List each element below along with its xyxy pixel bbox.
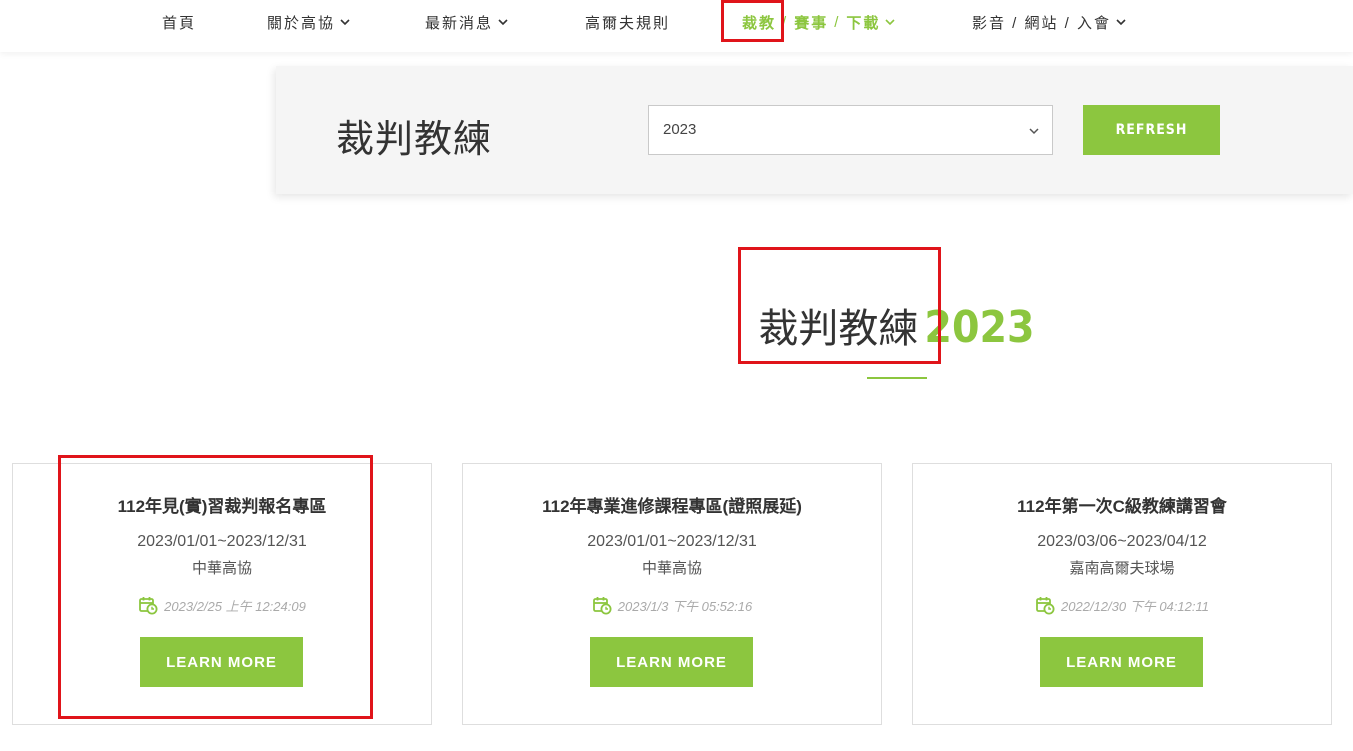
- learn-more-button[interactable]: LEARN MORE: [140, 637, 303, 687]
- year-select[interactable]: 2023: [648, 105, 1053, 155]
- nav-item-media-sites-join[interactable]: 影音 / 網站 / 入會: [972, 12, 1127, 32]
- nav-item-label: 高爾夫規則: [585, 14, 671, 32]
- chevron-down-icon: [339, 16, 351, 28]
- top-navigation: 首頁 關於高協 最新消息 高爾夫規則 裁教 / 賽事 / 下載 影音 / 網站 …: [0, 0, 1353, 52]
- learn-more-button[interactable]: LEARN MORE: [1040, 637, 1203, 687]
- card-dates: 2023/03/06~2023/04/12: [1037, 533, 1207, 550]
- nav-item-label-events: 賽事: [794, 14, 829, 32]
- chevron-down-icon: [1115, 16, 1127, 28]
- refresh-button[interactable]: REFRESH: [1083, 105, 1220, 155]
- card-posted-time: 2023/2/25 上午 12:24:09: [164, 598, 306, 614]
- learn-more-button[interactable]: LEARN MORE: [590, 637, 753, 687]
- nav-item-label: 最新消息: [425, 14, 494, 32]
- course-card: 112年見(實)習裁判報名專區 2023/01/01~2023/12/31 中華…: [12, 463, 432, 725]
- card-posted: 2023/1/3 下午 05:52:16: [463, 595, 881, 615]
- chevron-down-icon: [497, 16, 509, 28]
- card-title: 112年第一次C級教練講習會: [1017, 497, 1227, 516]
- card-title: 112年見(實)習裁判報名專區: [117, 497, 327, 516]
- nav-item-news[interactable]: 最新消息: [425, 12, 509, 32]
- nav-item-rules[interactable]: 高爾夫規則: [585, 12, 670, 32]
- card-posted-time: 2023/1/3 下午 05:52:16: [617, 598, 753, 614]
- nav-item-label-coaching: 裁教: [742, 14, 777, 32]
- heading-year: 2023: [924, 302, 1035, 353]
- nav-item-label: 影音 / 網站 / 入會: [972, 14, 1112, 32]
- card-dates: 2023/01/01~2023/12/31: [137, 533, 307, 550]
- chevron-down-icon: [884, 16, 896, 28]
- nav-item-separator: /: [834, 13, 841, 31]
- year-select-value: 2023: [663, 121, 697, 138]
- filter-title: 裁判教練: [336, 117, 493, 161]
- heading-title: 裁判教練: [758, 306, 919, 352]
- nav-item-home[interactable]: 首頁: [162, 12, 196, 32]
- filter-panel: 裁判教練 2023 REFRESH: [276, 66, 1353, 194]
- calendar-clock-icon: [592, 595, 612, 615]
- card-organizer: 嘉南高爾夫球場: [1069, 560, 1175, 577]
- nav-item-label: 首頁: [162, 14, 197, 32]
- course-card: 112年第一次C級教練講習會 2023/03/06~2023/04/12 嘉南高…: [912, 463, 1332, 725]
- course-card: 112年專業進修課程專區(證照展延) 2023/01/01~2023/12/31…: [462, 463, 882, 725]
- card-dates: 2023/01/01~2023/12/31: [587, 533, 757, 550]
- section-heading: 裁判教練 2023: [0, 296, 1353, 354]
- nav-item-label: 關於高協: [267, 14, 336, 32]
- calendar-clock-icon: [138, 595, 158, 615]
- card-posted: 2022/12/30 下午 04:12:11: [913, 595, 1331, 615]
- card-posted-time: 2022/12/30 下午 04:12:11: [1061, 598, 1209, 614]
- heading-underline: [867, 377, 927, 379]
- nav-item-about[interactable]: 關於高協: [267, 12, 351, 32]
- card-posted: 2023/2/25 上午 12:24:09: [13, 595, 431, 615]
- chevron-down-icon: [1028, 124, 1040, 136]
- card-organizer: 中華高協: [641, 560, 702, 577]
- nav-item-label-downloads: 下載: [846, 14, 881, 32]
- nav-item-separator: /: [782, 13, 789, 31]
- card-title: 112年專業進修課程專區(證照展延): [542, 497, 802, 516]
- nav-item-coaching-events-downloads[interactable]: 裁教 / 賽事 / 下載: [742, 12, 896, 32]
- card-organizer: 中華高協: [191, 560, 252, 577]
- calendar-clock-icon: [1035, 595, 1055, 615]
